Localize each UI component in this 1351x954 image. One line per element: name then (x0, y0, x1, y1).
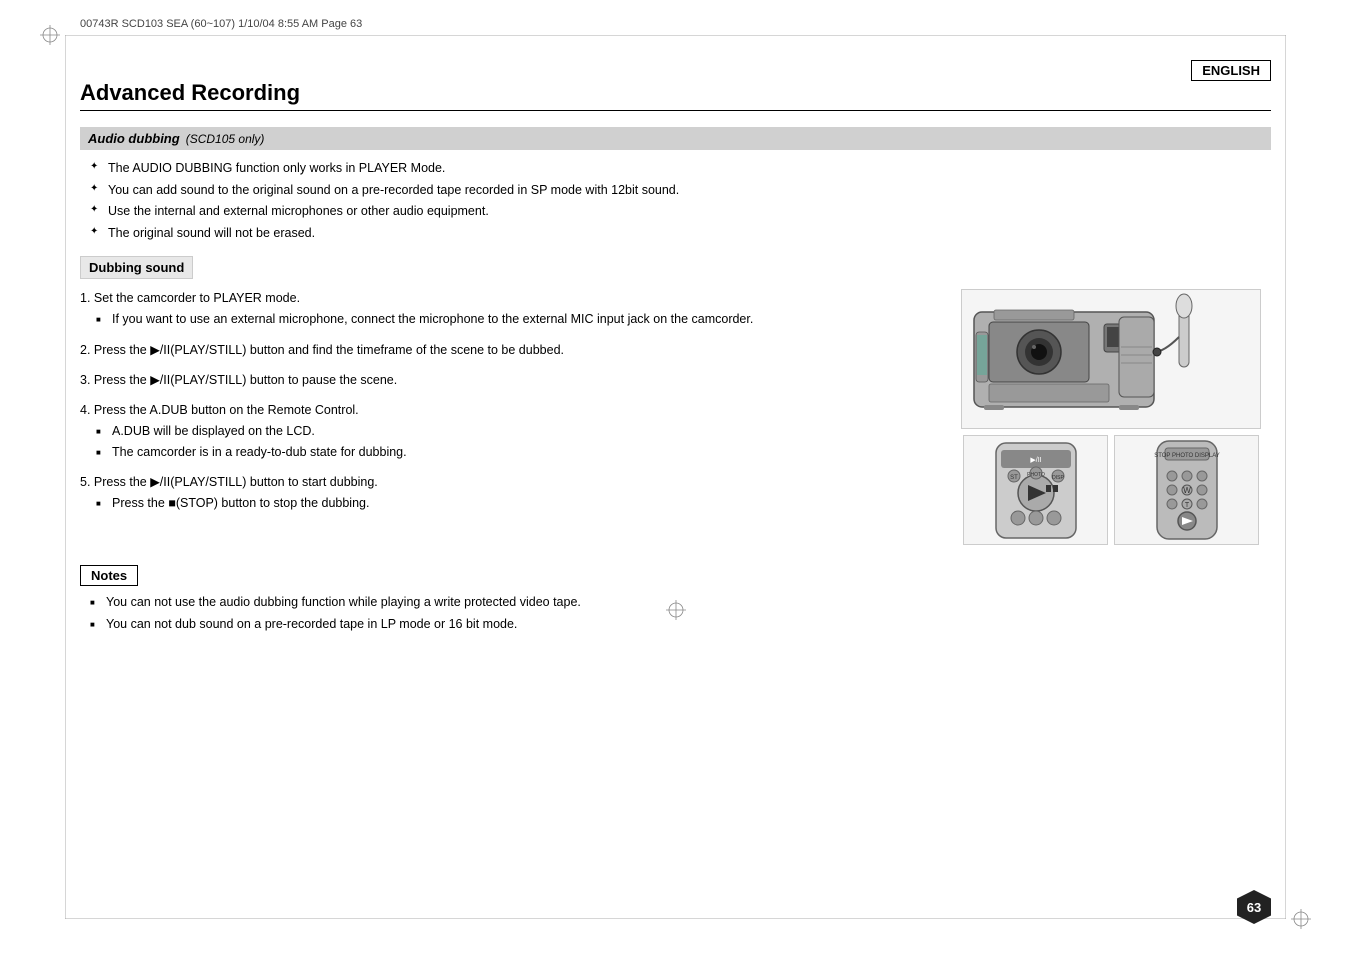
svg-text:▶/II: ▶/II (1030, 457, 1041, 464)
images-column: ▶/II ST PHOTO DISP (951, 289, 1271, 545)
dubbing-sound-heading: Dubbing sound (80, 256, 1271, 289)
notes-section: Notes You can not use the audio dubbing … (80, 565, 1271, 633)
svg-text:STOP PHOTO DISPLAY: STOP PHOTO DISPLAY (1154, 453, 1220, 459)
camcorder-microphone-image (961, 289, 1261, 429)
audio-dubbing-bullets: The AUDIO DUBBING function only works in… (80, 160, 1271, 242)
border-left (65, 35, 66, 919)
bullet-4: The original sound will not be erased. (90, 225, 1271, 243)
step-1-subs: If you want to use an external microphon… (80, 311, 931, 329)
step-4-sub-1: A.DUB will be displayed on the LCD. (96, 423, 931, 441)
reg-mark-tl (40, 25, 60, 45)
bullet-2: You can add sound to the original sound … (90, 182, 1271, 200)
step-2: 2. Press the ▶/II(PLAY/STILL) button and… (80, 341, 931, 359)
step-5: 5. Press the ▶/II(PLAY/STILL) button to … (80, 473, 931, 513)
svg-text:DISP: DISP (1052, 475, 1064, 481)
bottom-images-row: ▶/II ST PHOTO DISP (963, 435, 1259, 545)
svg-text:W: W (1183, 486, 1191, 495)
step-1: 1. Set the camcorder to PLAYER mode. If … (80, 289, 931, 329)
page-title: Advanced Recording (80, 80, 1271, 111)
section-header-audio-dubbing: Audio dubbing (SCD105 only) (80, 127, 1271, 150)
section-subtitle: (SCD105 only) (186, 132, 265, 146)
svg-text:PHOTO: PHOTO (1027, 472, 1045, 478)
note-2: You can not dub sound on a pre-recorded … (90, 616, 1271, 634)
header-metadata: 00743R SCD103 SEA (60~107) 1/10/04 8:55 … (80, 18, 362, 30)
note-1: You can not use the audio dubbing functi… (90, 594, 1271, 612)
border-bottom (65, 918, 1286, 919)
step-5-sub-1: Press the ■(STOP) button to stop the dub… (96, 495, 931, 513)
bullet-3: Use the internal and external microphone… (90, 203, 1271, 221)
step-4: 4. Press the A.DUB button on the Remote … (80, 401, 931, 461)
border-right (1285, 35, 1286, 919)
step-5-subs: Press the ■(STOP) button to stop the dub… (80, 495, 931, 513)
step-3: 3. Press the ▶/II(PLAY/STILL) button to … (80, 371, 931, 389)
english-badge: ENGLISH (1191, 60, 1271, 81)
notes-list: You can not use the audio dubbing functi… (80, 594, 1271, 633)
two-col-layout: 1. Set the camcorder to PLAYER mode. If … (80, 289, 1271, 545)
step-4-sub-2: The camcorder is in a ready-to-dub state… (96, 444, 931, 462)
remote-control-image: ▶/II ST PHOTO DISP (963, 435, 1108, 545)
step-1-sub-1: If you want to use an external microphon… (96, 311, 931, 329)
remote-full-image: STOP PHOTO DISPLAY W T (1114, 435, 1259, 545)
svg-text:ST: ST (1010, 475, 1018, 481)
section-heading-italic: Audio dubbing (88, 131, 180, 146)
border-top (65, 35, 1286, 36)
notes-label: Notes (80, 565, 138, 586)
reg-mark-br (1291, 909, 1311, 929)
steps-column: 1. Set the camcorder to PLAYER mode. If … (80, 289, 931, 545)
main-content: Advanced Recording Audio dubbing (SCD105… (80, 80, 1271, 894)
step-4-subs: A.DUB will be displayed on the LCD. The … (80, 423, 931, 461)
bullet-1: The AUDIO DUBBING function only works in… (90, 160, 1271, 178)
svg-text:T: T (1184, 502, 1189, 509)
